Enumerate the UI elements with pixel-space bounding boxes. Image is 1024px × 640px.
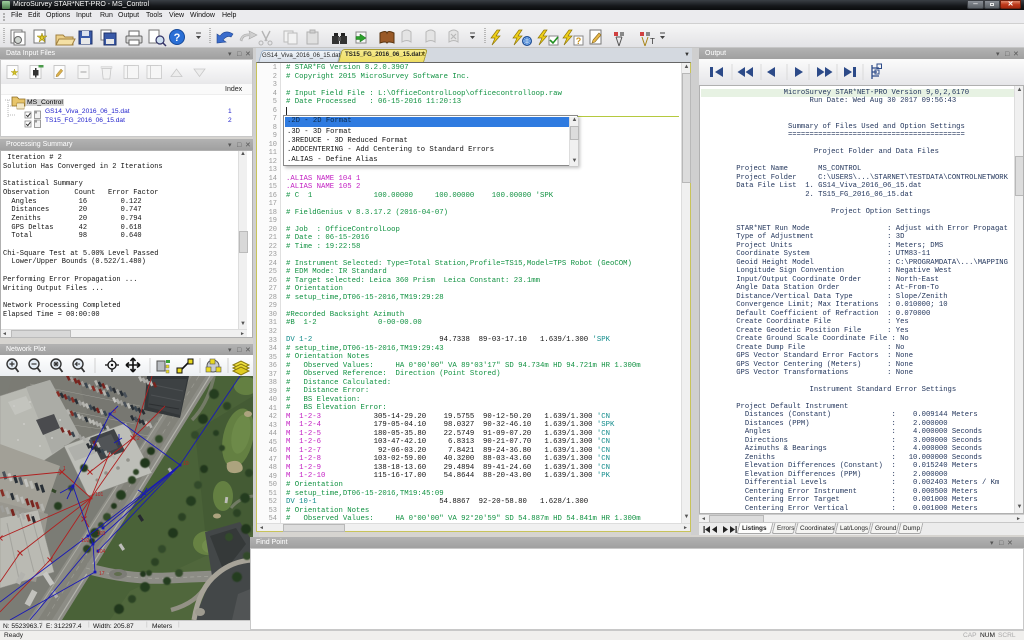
svg-text:?: ?: [576, 36, 582, 46]
svg-text:2: 2: [137, 436, 140, 442]
svg-text:102: 102: [81, 538, 90, 544]
svg-text:17: 17: [99, 571, 105, 577]
svg-text:?: ?: [174, 32, 181, 44]
svg-text:101: 101: [95, 492, 104, 498]
svg-text:104: 104: [97, 549, 106, 555]
svg-text:3: 3: [113, 409, 116, 415]
svg-text:1: 1: [63, 466, 66, 472]
svg-text:T: T: [650, 37, 655, 46]
svg-text:10: 10: [183, 461, 189, 467]
svg-text:103: 103: [97, 531, 106, 537]
